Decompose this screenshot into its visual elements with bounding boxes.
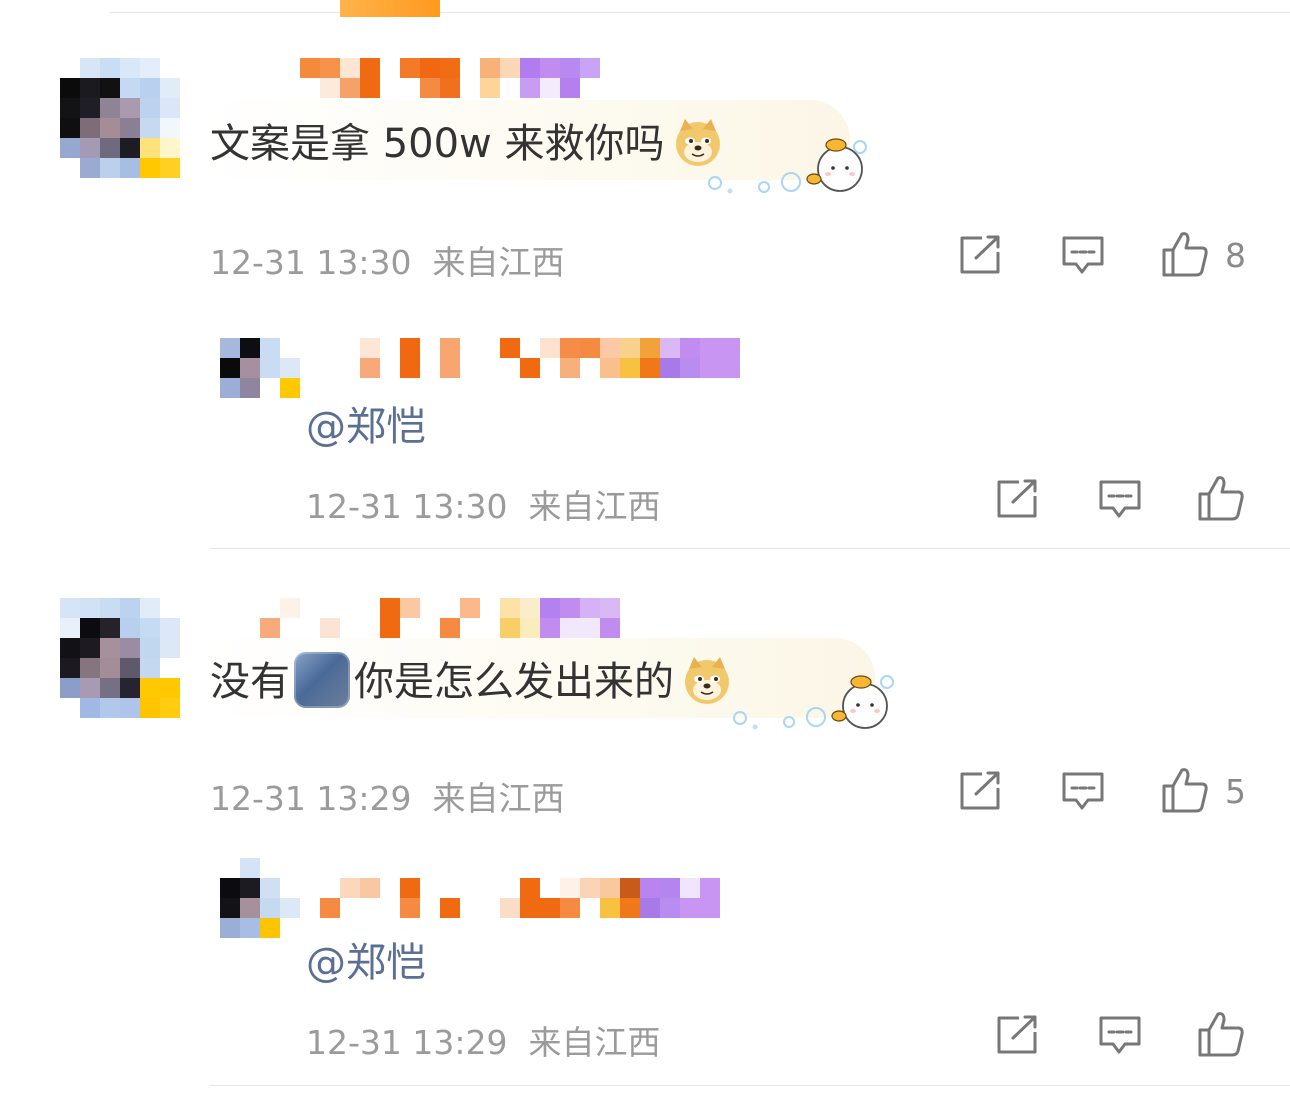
avatar[interactable] [60,58,180,178]
share-icon[interactable] [995,478,1041,520]
avatar[interactable] [60,598,180,718]
reply-mention[interactable]: @郑恺 [306,930,426,988]
reply-mention[interactable]: @郑恺 [306,394,426,452]
comment-text: 没有 你是怎么发出来的 [210,652,732,712]
comment-icon[interactable] [1097,478,1143,522]
like-count: 5 [1225,772,1246,811]
reply-timestamp: 12-31 13:29 来自江西 [306,1023,661,1062]
cropped-username-fragment [340,0,440,17]
reply-location: 来自江西 [528,1023,661,1062]
share-icon[interactable] [995,1014,1041,1056]
username[interactable] [220,598,640,638]
reply-avatar[interactable] [220,338,300,398]
inline-image-thumbnail[interactable] [294,652,350,708]
comment-location: 来自江西 [432,779,565,818]
comment-icon[interactable] [1060,234,1106,278]
bubble-mascot-decoration [708,138,867,194]
comment-divider [210,1085,1290,1086]
share-icon[interactable] [958,770,1004,812]
username[interactable] [300,58,640,98]
comment-icon[interactable] [1097,1014,1143,1058]
comment-timestamp: 12-31 13:29 来自江西 [210,779,565,818]
comment-divider [210,548,1290,549]
reply-avatar[interactable] [220,858,300,938]
comment-text: 文案是拿 500w 来救你吗 [210,119,723,171]
reply-username[interactable] [320,878,740,918]
thumbs-up-icon[interactable] [1160,230,1210,278]
like-count: 8 [1225,236,1246,275]
comment-icon[interactable] [1060,770,1106,814]
top-divider [110,12,1290,13]
reply-username[interactable] [340,338,740,378]
reply-timestamp: 12-31 13:30 来自江西 [306,487,661,526]
share-icon[interactable] [958,234,1004,276]
thumbs-up-icon[interactable] [1196,474,1246,522]
thumbs-up-icon[interactable] [1196,1010,1246,1058]
bubble-mascot-decoration [733,675,894,730]
reply-location: 来自江西 [528,487,661,526]
thumbs-up-icon[interactable] [1160,766,1210,814]
comment-timestamp: 12-31 13:30 来自江西 [210,243,565,282]
comment-location: 来自江西 [432,243,565,282]
